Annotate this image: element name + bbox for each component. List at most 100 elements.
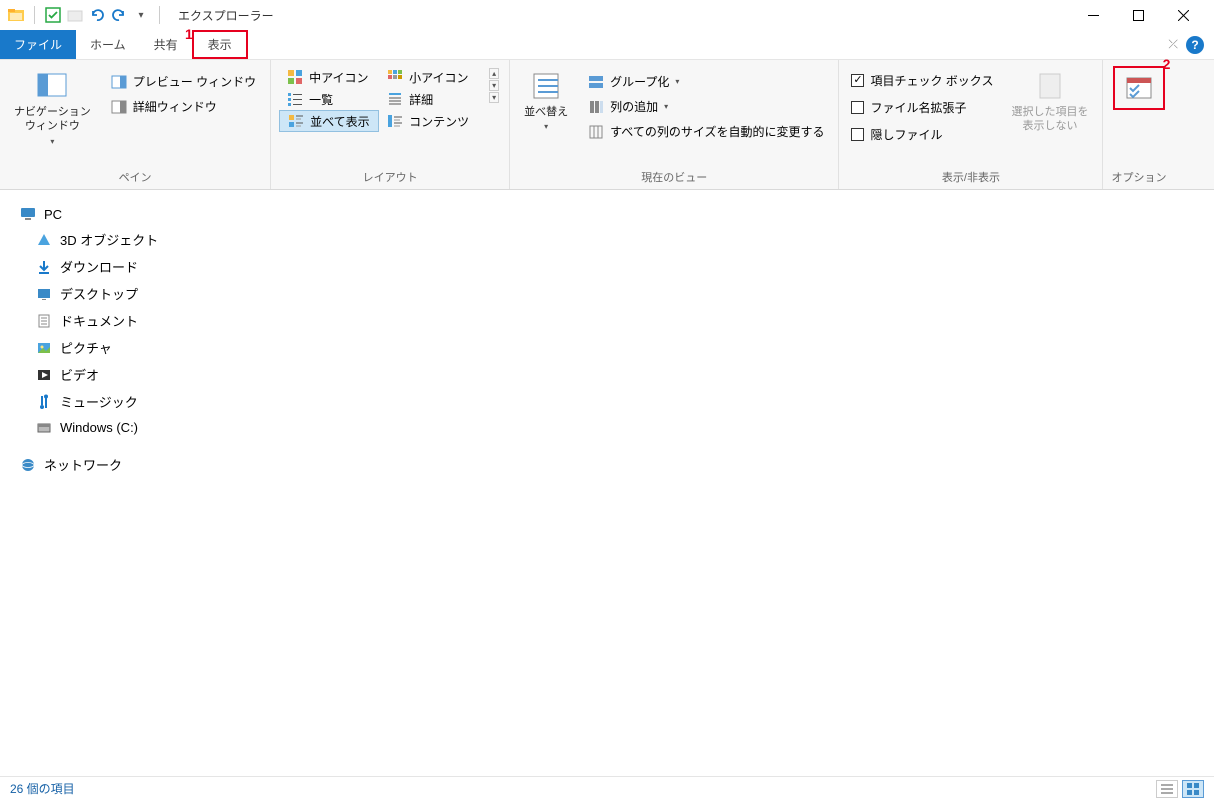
maximize-button[interactable] xyxy=(1116,0,1161,30)
tree-item-label: ピクチャ xyxy=(60,338,112,357)
qat-dropdown-icon[interactable]: ▾ xyxy=(133,7,149,23)
chevron-down-icon: ▾ xyxy=(50,137,54,146)
tree-pc[interactable]: PC xyxy=(18,202,200,226)
checkbox-icon xyxy=(851,101,864,114)
layout-一覧[interactable]: 一覧 xyxy=(279,88,379,110)
minimize-ribbon-icon[interactable]: ⤫ xyxy=(1168,37,1178,52)
tree-item[interactable]: ダウンロード xyxy=(18,253,200,280)
layout-詳細[interactable]: 詳細 xyxy=(379,88,479,110)
tree-network-label: ネットワーク xyxy=(44,455,122,474)
title-bar: ▾ エクスプローラー xyxy=(0,0,1214,30)
layout-並べて表示[interactable]: 並べて表示 xyxy=(279,110,379,132)
tree-item-label: デスクトップ xyxy=(60,284,138,303)
hide-selected-button[interactable]: 選択した項目を 表示しない xyxy=(1005,66,1094,138)
scroll-up-icon[interactable]: ▴ xyxy=(489,68,499,79)
tree-item[interactable]: ミュージック xyxy=(18,388,200,415)
hide-selected-label: 選択した項目を 表示しない xyxy=(1011,105,1088,134)
filename-ext-label: ファイル名拡張子 xyxy=(870,99,966,116)
layout-item-label: コンテンツ xyxy=(409,113,469,130)
tab-share[interactable]: 共有 xyxy=(140,30,192,59)
tree-network[interactable]: ネットワーク xyxy=(18,451,200,478)
tree-item-label: Windows (C:) xyxy=(60,420,138,435)
annotation-1: 1 xyxy=(185,26,193,42)
tree-item[interactable]: ピクチャ xyxy=(18,334,200,361)
layout-item-label: 中アイコン xyxy=(309,69,368,86)
folder-type-icon xyxy=(36,259,52,275)
add-columns-button[interactable]: 列の追加 ▾ xyxy=(582,95,830,118)
layout-item-label: 一覧 xyxy=(309,91,333,108)
group-options: 2 オプション xyxy=(1103,60,1174,189)
hide-selected-icon xyxy=(1034,70,1066,102)
group-by-button[interactable]: グループ化 ▾ xyxy=(582,70,830,93)
layout-view-icon xyxy=(288,113,304,129)
qat-properties-icon[interactable] xyxy=(45,7,61,23)
chevron-down-icon: ▾ xyxy=(544,122,548,131)
details-pane-button[interactable]: 詳細ウィンドウ xyxy=(105,95,262,118)
help-icon[interactable]: ? xyxy=(1186,36,1204,54)
group-current-view-label: 現在のビュー xyxy=(518,165,830,187)
scroll-down-icon[interactable]: ▾ xyxy=(489,80,499,91)
status-bar: 26 個の項目 xyxy=(0,776,1214,800)
tree-item-label: ダウンロード xyxy=(60,257,138,276)
preview-pane-button[interactable]: プレビュー ウィンドウ xyxy=(105,70,262,93)
view-details-toggle[interactable] xyxy=(1156,780,1178,798)
group-panes: ナビゲーション ウィンドウ ▾ プレビュー ウィンドウ 詳細ウィンドウ ペイン xyxy=(0,60,271,189)
group-layout: 中アイコン小アイコン一覧詳細並べて表示コンテンツ ▴ ▾ ▾ レイアウト xyxy=(271,60,510,189)
autosize-icon xyxy=(588,124,604,140)
expand-gallery-icon[interactable]: ▾ xyxy=(489,92,499,103)
tree-item[interactable]: 3D オブジェクト xyxy=(18,226,200,253)
item-checkboxes-label: 項目チェック ボックス xyxy=(870,72,993,89)
app-folder-icon xyxy=(8,7,24,23)
layout-view-icon xyxy=(287,69,303,85)
tree-item-label: ドキュメント xyxy=(60,311,138,330)
network-icon xyxy=(20,457,36,473)
ribbon: ナビゲーション ウィンドウ ▾ プレビュー ウィンドウ 詳細ウィンドウ ペイン … xyxy=(0,60,1214,190)
qat-redo-icon[interactable] xyxy=(111,7,127,23)
sort-button[interactable]: 並べ替え ▾ xyxy=(518,66,574,135)
close-button[interactable] xyxy=(1161,0,1206,30)
tab-home[interactable]: ホーム xyxy=(76,30,140,59)
layout-item-label: 並べて表示 xyxy=(310,113,370,130)
item-checkboxes-toggle[interactable]: 項目チェック ボックス xyxy=(847,70,997,91)
window-title: エクスプローラー xyxy=(178,7,274,24)
minimize-button[interactable] xyxy=(1071,0,1116,30)
tree-pc-label: PC xyxy=(44,207,62,222)
autosize-columns-button[interactable]: すべての列のサイズを自動的に変更する xyxy=(582,120,830,143)
tab-view[interactable]: 表示 xyxy=(192,30,248,59)
navigation-pane-label: ナビゲーション ウィンドウ xyxy=(14,105,91,134)
details-pane-label: 詳細ウィンドウ xyxy=(133,98,217,115)
layout-小アイコン[interactable]: 小アイコン xyxy=(379,66,479,88)
main-area: PC 3D オブジェクトダウンロードデスクトップドキュメントピクチャビデオミュー… xyxy=(0,190,1214,776)
qat-undo-icon[interactable] xyxy=(89,7,105,23)
view-large-toggle[interactable] xyxy=(1182,780,1204,798)
layout-中アイコン[interactable]: 中アイコン xyxy=(279,66,379,88)
folder-type-icon xyxy=(36,419,52,435)
preview-pane-label: プレビュー ウィンドウ xyxy=(133,73,256,90)
tree-item[interactable]: ビデオ xyxy=(18,361,200,388)
separator xyxy=(159,6,160,24)
folder-type-icon xyxy=(36,367,52,383)
navigation-pane-button[interactable]: ナビゲーション ウィンドウ ▾ xyxy=(8,66,97,150)
layout-コンテンツ[interactable]: コンテンツ xyxy=(379,110,479,132)
checkbox-checked-icon xyxy=(851,74,864,87)
tree-item[interactable]: Windows (C:) xyxy=(18,415,200,439)
tree-item[interactable]: ドキュメント xyxy=(18,307,200,334)
hidden-files-toggle[interactable]: 隠しファイル xyxy=(847,124,997,145)
chevron-down-icon: ▾ xyxy=(664,102,668,111)
group-show-hide-label: 表示/非表示 xyxy=(847,165,1094,187)
tree-item-label: ビデオ xyxy=(60,365,99,384)
group-current-view: 並べ替え ▾ グループ化 ▾ 列の追加 ▾ すべての列のサイズを自動的に変更する xyxy=(510,60,839,189)
navigation-tree: PC 3D オブジェクトダウンロードデスクトップドキュメントピクチャビデオミュー… xyxy=(0,190,200,776)
tab-file[interactable]: ファイル xyxy=(0,30,76,59)
layout-view-icon xyxy=(287,91,303,107)
options-button[interactable] xyxy=(1121,70,1157,106)
options-label: オプション xyxy=(1111,165,1166,187)
tree-item[interactable]: デスクトップ xyxy=(18,280,200,307)
content-pane[interactable] xyxy=(200,190,1214,776)
add-columns-label: 列の追加 xyxy=(610,98,658,115)
qat-new-folder-icon[interactable] xyxy=(67,7,83,23)
filename-ext-toggle[interactable]: ファイル名拡張子 xyxy=(847,97,997,118)
layout-item-label: 詳細 xyxy=(409,91,433,108)
separator xyxy=(34,6,35,24)
item-count: 26 個の項目 xyxy=(10,780,75,797)
